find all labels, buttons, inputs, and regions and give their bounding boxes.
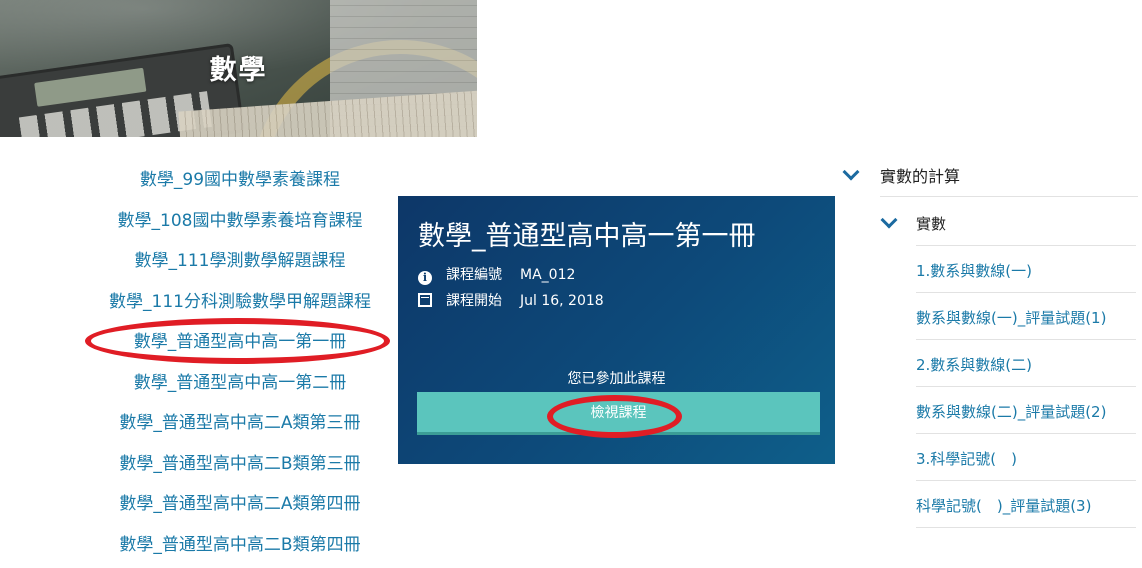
course-link[interactable]: 數學_108國中數學素養培育課程 (80, 204, 400, 245)
divider (916, 386, 1136, 387)
course-code-label: 課程編號 (446, 264, 520, 284)
course-link-selected[interactable]: 數學_普通型高中高一第一冊 (80, 325, 400, 366)
course-start-row: 課程開始Jul 16, 2018 (418, 290, 604, 310)
divider (916, 527, 1136, 528)
card-course-title: 數學_普通型高中高一第一冊 (418, 214, 756, 253)
outline-unit-link[interactable]: 3.科學記號( ) (916, 448, 1017, 469)
outline-unit-link[interactable]: 1.數系與數線(一) (916, 260, 1032, 281)
course-code-value: MA_012 (520, 267, 575, 283)
course-link[interactable]: 數學_普通型高中高一第二冊 (80, 366, 400, 407)
divider (916, 292, 1136, 293)
course-start-label: 課程開始 (446, 290, 520, 310)
view-course-button[interactable]: 檢視課程 (417, 392, 820, 435)
course-link[interactable]: 數學_111學測數學解題課程 (80, 244, 400, 285)
course-link[interactable]: 數學_111分科測驗數學甲解題課程 (80, 285, 400, 326)
subject-banner: 數學 (0, 0, 477, 137)
course-link[interactable]: 數學_99國中數學素養課程 (80, 163, 400, 204)
outline-unit-link[interactable]: 科學記號( )_評量試題(3) (916, 495, 1091, 516)
course-list: 數學_99國中數學素養課程 數學_108國中數學素養培育課程 數學_111學測數… (80, 163, 400, 568)
course-link[interactable]: 數學_普通型高中高二B類第四冊 (80, 528, 400, 568)
course-link[interactable]: 數學_普通型高中高二A類第四冊 (80, 487, 400, 528)
calendar-icon (418, 293, 432, 307)
outline-unit-link[interactable]: 數系與數線(二)_評量試題(2) (916, 401, 1106, 422)
outline-unit-link[interactable]: 數系與數線(一)_評量試題(1) (916, 307, 1106, 328)
chevron-down-icon[interactable] (843, 164, 860, 181)
outline-subsection-title[interactable]: 實數 (916, 213, 1142, 234)
outline-section-title[interactable]: 實數的計算 (880, 163, 1142, 187)
course-link[interactable]: 數學_普通型高中高二B類第三冊 (80, 447, 400, 488)
enrolled-status-text: 您已參加此課程 (398, 368, 835, 388)
subject-title: 數學 (0, 48, 477, 87)
divider (916, 245, 1136, 246)
divider (916, 433, 1136, 434)
course-link[interactable]: 數學_普通型高中高二A類第三冊 (80, 406, 400, 447)
outline-unit-link[interactable]: 2.數系與數線(二) (916, 354, 1032, 375)
divider (916, 339, 1136, 340)
info-icon: i (418, 271, 432, 285)
divider (916, 480, 1136, 481)
course-info-card: 數學_普通型高中高一第一冊 i 課程編號MA_012 課程開始Jul 16, 20… (398, 196, 835, 464)
course-code-row: i 課程編號MA_012 (418, 264, 575, 285)
divider (880, 196, 1138, 197)
course-start-value: Jul 16, 2018 (520, 293, 604, 309)
chevron-down-icon[interactable] (881, 212, 898, 229)
